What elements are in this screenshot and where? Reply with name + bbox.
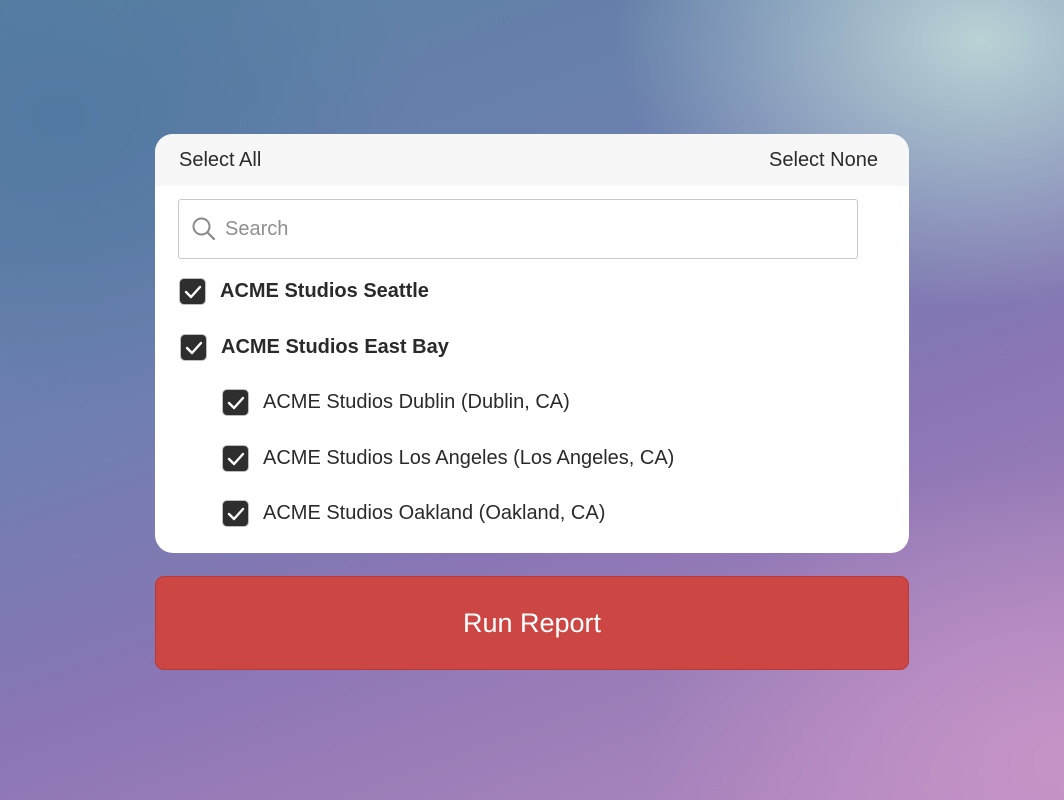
- location-label: ACME Studios Oakland (Oakland, CA): [263, 502, 606, 524]
- run-report-button[interactable]: Run Report: [155, 576, 909, 670]
- location-item-dublin[interactable]: ACME Studios Dublin (Dublin, CA): [222, 389, 570, 416]
- location-label: ACME Studios East Bay: [221, 336, 449, 358]
- checkmark-icon: [227, 452, 244, 465]
- select-all-link[interactable]: Select All: [179, 149, 261, 172]
- location-label: ACME Studios Dublin (Dublin, CA): [263, 391, 570, 413]
- checkbox-oakland[interactable]: [222, 500, 249, 527]
- location-label: ACME Studios Los Angeles (Los Angeles, C…: [263, 447, 675, 469]
- location-item-east-bay[interactable]: ACME Studios East Bay: [180, 334, 449, 361]
- search-box[interactable]: [178, 199, 858, 259]
- location-item-los-angeles[interactable]: ACME Studios Los Angeles (Los Angeles, C…: [222, 445, 674, 472]
- checkmark-icon: [184, 285, 201, 298]
- checkbox-los-angeles[interactable]: [222, 445, 249, 472]
- panel-header: Select All Select None: [155, 134, 909, 186]
- location-filter-panel: Select All Select None ACME Studios Seat…: [155, 134, 909, 553]
- search-input[interactable]: [223, 216, 827, 242]
- location-item-oakland[interactable]: ACME Studios Oakland (Oakland, CA): [222, 500, 605, 527]
- checkbox-seattle[interactable]: [179, 278, 206, 305]
- search-icon: [192, 217, 216, 241]
- select-none-link[interactable]: Select None: [769, 149, 878, 172]
- location-label: ACME Studios Seattle: [220, 280, 429, 302]
- checkbox-east-bay[interactable]: [180, 334, 207, 361]
- checkmark-icon: [227, 507, 244, 520]
- checkmark-icon: [227, 396, 244, 409]
- checkbox-dublin[interactable]: [222, 389, 249, 416]
- location-item-seattle[interactable]: ACME Studios Seattle: [179, 278, 429, 305]
- checkmark-icon: [185, 341, 202, 354]
